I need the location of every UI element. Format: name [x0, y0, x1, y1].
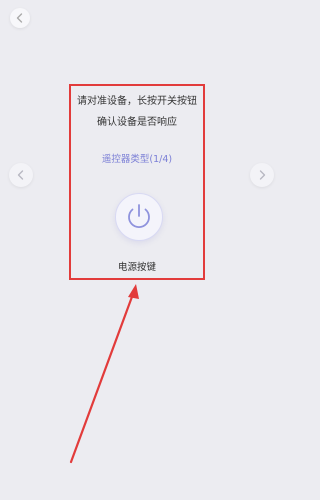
back-button[interactable] — [10, 8, 30, 28]
next-remote-button[interactable] — [250, 163, 274, 187]
previous-remote-button[interactable] — [9, 163, 33, 187]
instruction-line-1: 请对准设备，长按开关按钮 — [77, 96, 197, 107]
power-button-label: 电源按键 — [117, 262, 156, 273]
chevron-left-icon — [17, 170, 24, 180]
chevron-left-icon — [16, 13, 23, 23]
power-button[interactable] — [115, 193, 163, 241]
remote-type-link[interactable]: 遥控器类型(1/4) — [71, 151, 203, 165]
power-icon — [128, 204, 150, 228]
instruction-line-2: 确认设备是否响应 — [97, 117, 177, 128]
chevron-right-icon — [259, 170, 266, 180]
remote-test-panel: 请对准设备，长按开关按钮 确认设备是否响应 遥控器类型(1/4) 电源按键 — [69, 84, 205, 280]
